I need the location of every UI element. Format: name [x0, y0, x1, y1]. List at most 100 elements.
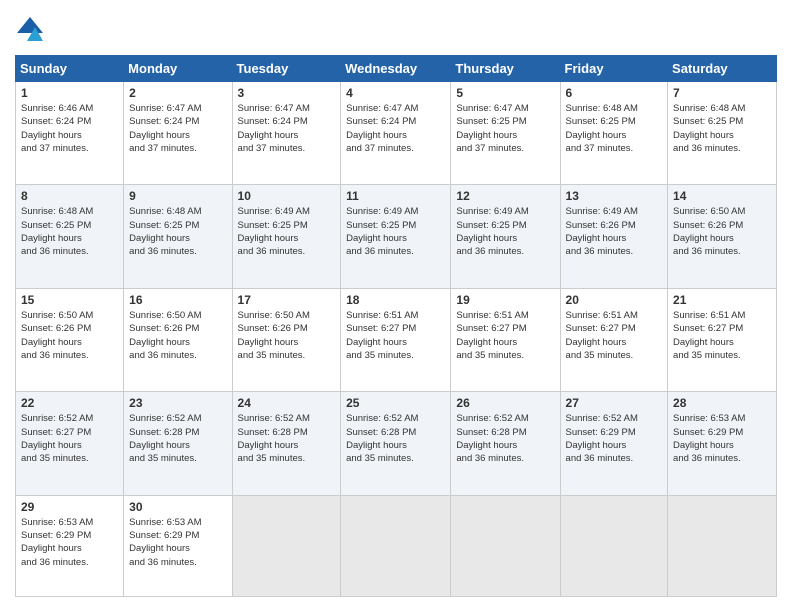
- day-number: 26: [456, 396, 554, 410]
- day-info: Sunrise: 6:49 AMSunset: 6:25 PMDaylight …: [346, 206, 418, 257]
- day-info: Sunrise: 6:48 AMSunset: 6:25 PMDaylight …: [129, 206, 201, 257]
- logo-icon: [15, 15, 45, 45]
- calendar-day-cell: 25 Sunrise: 6:52 AMSunset: 6:28 PMDaylig…: [341, 392, 451, 495]
- day-info: Sunrise: 6:50 AMSunset: 6:26 PMDaylight …: [673, 206, 745, 257]
- calendar-day-cell: 2 Sunrise: 6:47 AMSunset: 6:24 PMDayligh…: [124, 82, 232, 185]
- day-number: 10: [238, 189, 336, 203]
- calendar-day-cell: 9 Sunrise: 6:48 AMSunset: 6:25 PMDayligh…: [124, 185, 232, 288]
- day-number: 12: [456, 189, 554, 203]
- day-number: 1: [21, 86, 118, 100]
- day-info: Sunrise: 6:52 AMSunset: 6:28 PMDaylight …: [346, 413, 418, 464]
- day-number: 28: [673, 396, 771, 410]
- day-info: Sunrise: 6:52 AMSunset: 6:28 PMDaylight …: [456, 413, 528, 464]
- calendar-week-row: 22 Sunrise: 6:52 AMSunset: 6:27 PMDaylig…: [16, 392, 777, 495]
- calendar-day-cell: 27 Sunrise: 6:52 AMSunset: 6:29 PMDaylig…: [560, 392, 668, 495]
- calendar-day-cell: 20 Sunrise: 6:51 AMSunset: 6:27 PMDaylig…: [560, 288, 668, 391]
- calendar-day-cell: 18 Sunrise: 6:51 AMSunset: 6:27 PMDaylig…: [341, 288, 451, 391]
- day-number: 8: [21, 189, 118, 203]
- calendar-day-cell: 1 Sunrise: 6:46 AMSunset: 6:24 PMDayligh…: [16, 82, 124, 185]
- calendar-day-cell: 28 Sunrise: 6:53 AMSunset: 6:29 PMDaylig…: [668, 392, 777, 495]
- day-info: Sunrise: 6:49 AMSunset: 6:25 PMDaylight …: [238, 206, 310, 257]
- calendar-day-cell: 21 Sunrise: 6:51 AMSunset: 6:27 PMDaylig…: [668, 288, 777, 391]
- day-number: 14: [673, 189, 771, 203]
- day-number: 22: [21, 396, 118, 410]
- day-info: Sunrise: 6:50 AMSunset: 6:26 PMDaylight …: [129, 310, 201, 361]
- calendar-day-cell: 14 Sunrise: 6:50 AMSunset: 6:26 PMDaylig…: [668, 185, 777, 288]
- day-info: Sunrise: 6:48 AMSunset: 6:25 PMDaylight …: [566, 103, 638, 154]
- calendar-day-cell: 11 Sunrise: 6:49 AMSunset: 6:25 PMDaylig…: [341, 185, 451, 288]
- day-info: Sunrise: 6:47 AMSunset: 6:25 PMDaylight …: [456, 103, 528, 154]
- day-info: Sunrise: 6:51 AMSunset: 6:27 PMDaylight …: [346, 310, 418, 361]
- calendar-week-row: 8 Sunrise: 6:48 AMSunset: 6:25 PMDayligh…: [16, 185, 777, 288]
- day-number: 15: [21, 293, 118, 307]
- day-info: Sunrise: 6:52 AMSunset: 6:28 PMDaylight …: [238, 413, 310, 464]
- calendar-day-cell: 22 Sunrise: 6:52 AMSunset: 6:27 PMDaylig…: [16, 392, 124, 495]
- day-number: 29: [21, 500, 118, 514]
- calendar-day-cell: [341, 495, 451, 596]
- calendar-day-header: Thursday: [451, 56, 560, 82]
- calendar-day-cell: 29 Sunrise: 6:53 AMSunset: 6:29 PMDaylig…: [16, 495, 124, 596]
- day-info: Sunrise: 6:52 AMSunset: 6:27 PMDaylight …: [21, 413, 93, 464]
- calendar-day-cell: 7 Sunrise: 6:48 AMSunset: 6:25 PMDayligh…: [668, 82, 777, 185]
- day-number: 21: [673, 293, 771, 307]
- calendar-day-header: Saturday: [668, 56, 777, 82]
- calendar-day-cell: 13 Sunrise: 6:49 AMSunset: 6:26 PMDaylig…: [560, 185, 668, 288]
- day-number: 7: [673, 86, 771, 100]
- calendar-day-cell: 5 Sunrise: 6:47 AMSunset: 6:25 PMDayligh…: [451, 82, 560, 185]
- header: [15, 15, 777, 45]
- calendar-week-row: 29 Sunrise: 6:53 AMSunset: 6:29 PMDaylig…: [16, 495, 777, 596]
- day-info: Sunrise: 6:53 AMSunset: 6:29 PMDaylight …: [129, 517, 201, 568]
- day-number: 2: [129, 86, 226, 100]
- calendar-day-cell: 8 Sunrise: 6:48 AMSunset: 6:25 PMDayligh…: [16, 185, 124, 288]
- day-info: Sunrise: 6:48 AMSunset: 6:25 PMDaylight …: [21, 206, 93, 257]
- calendar-day-cell: 16 Sunrise: 6:50 AMSunset: 6:26 PMDaylig…: [124, 288, 232, 391]
- calendar-day-cell: 15 Sunrise: 6:50 AMSunset: 6:26 PMDaylig…: [16, 288, 124, 391]
- calendar-day-cell: 3 Sunrise: 6:47 AMSunset: 6:24 PMDayligh…: [232, 82, 341, 185]
- day-number: 27: [566, 396, 663, 410]
- calendar-week-row: 15 Sunrise: 6:50 AMSunset: 6:26 PMDaylig…: [16, 288, 777, 391]
- calendar-day-cell: 6 Sunrise: 6:48 AMSunset: 6:25 PMDayligh…: [560, 82, 668, 185]
- calendar-day-cell: 24 Sunrise: 6:52 AMSunset: 6:28 PMDaylig…: [232, 392, 341, 495]
- day-info: Sunrise: 6:49 AMSunset: 6:26 PMDaylight …: [566, 206, 638, 257]
- day-number: 23: [129, 396, 226, 410]
- day-number: 17: [238, 293, 336, 307]
- day-info: Sunrise: 6:52 AMSunset: 6:29 PMDaylight …: [566, 413, 638, 464]
- day-number: 6: [566, 86, 663, 100]
- day-info: Sunrise: 6:47 AMSunset: 6:24 PMDaylight …: [129, 103, 201, 154]
- calendar-day-cell: 30 Sunrise: 6:53 AMSunset: 6:29 PMDaylig…: [124, 495, 232, 596]
- calendar-day-cell: 19 Sunrise: 6:51 AMSunset: 6:27 PMDaylig…: [451, 288, 560, 391]
- calendar-day-cell: [668, 495, 777, 596]
- day-info: Sunrise: 6:53 AMSunset: 6:29 PMDaylight …: [21, 517, 93, 568]
- day-info: Sunrise: 6:53 AMSunset: 6:29 PMDaylight …: [673, 413, 745, 464]
- calendar-day-cell: 12 Sunrise: 6:49 AMSunset: 6:25 PMDaylig…: [451, 185, 560, 288]
- calendar-day-header: Sunday: [16, 56, 124, 82]
- calendar-day-header: Monday: [124, 56, 232, 82]
- day-info: Sunrise: 6:46 AMSunset: 6:24 PMDaylight …: [21, 103, 93, 154]
- day-info: Sunrise: 6:48 AMSunset: 6:25 PMDaylight …: [673, 103, 745, 154]
- calendar-day-cell: 23 Sunrise: 6:52 AMSunset: 6:28 PMDaylig…: [124, 392, 232, 495]
- day-number: 25: [346, 396, 445, 410]
- day-info: Sunrise: 6:51 AMSunset: 6:27 PMDaylight …: [673, 310, 745, 361]
- day-number: 9: [129, 189, 226, 203]
- day-number: 11: [346, 189, 445, 203]
- day-info: Sunrise: 6:50 AMSunset: 6:26 PMDaylight …: [238, 310, 310, 361]
- day-number: 18: [346, 293, 445, 307]
- calendar-day-cell: [560, 495, 668, 596]
- day-number: 19: [456, 293, 554, 307]
- day-info: Sunrise: 6:52 AMSunset: 6:28 PMDaylight …: [129, 413, 201, 464]
- calendar-week-row: 1 Sunrise: 6:46 AMSunset: 6:24 PMDayligh…: [16, 82, 777, 185]
- calendar-day-cell: 17 Sunrise: 6:50 AMSunset: 6:26 PMDaylig…: [232, 288, 341, 391]
- calendar-table: SundayMondayTuesdayWednesdayThursdayFrid…: [15, 55, 777, 597]
- calendar-day-cell: 4 Sunrise: 6:47 AMSunset: 6:24 PMDayligh…: [341, 82, 451, 185]
- day-number: 13: [566, 189, 663, 203]
- calendar-day-cell: [451, 495, 560, 596]
- day-number: 30: [129, 500, 226, 514]
- calendar-day-header: Tuesday: [232, 56, 341, 82]
- day-info: Sunrise: 6:47 AMSunset: 6:24 PMDaylight …: [346, 103, 418, 154]
- calendar-day-header: Friday: [560, 56, 668, 82]
- logo: [15, 15, 49, 45]
- calendar-day-cell: [232, 495, 341, 596]
- calendar-day-cell: 10 Sunrise: 6:49 AMSunset: 6:25 PMDaylig…: [232, 185, 341, 288]
- day-number: 4: [346, 86, 445, 100]
- day-info: Sunrise: 6:50 AMSunset: 6:26 PMDaylight …: [21, 310, 93, 361]
